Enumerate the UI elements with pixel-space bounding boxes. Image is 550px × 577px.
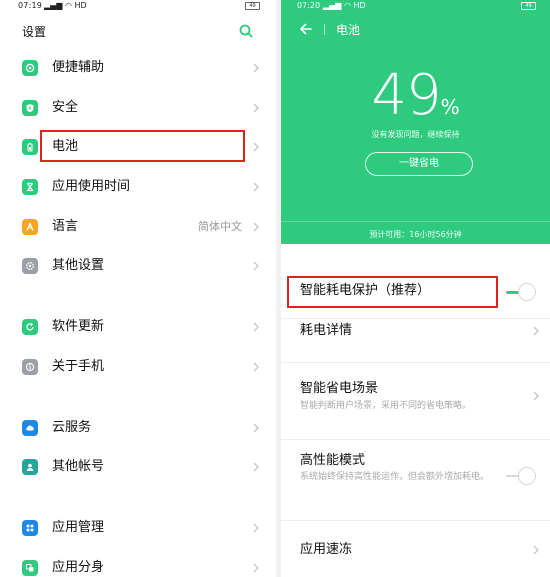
one-tap-save-button[interactable]: 一键省电 — [365, 152, 473, 176]
settings-item-app-usage-time[interactable]: 应用使用时间 — [0, 167, 276, 207]
settings-item-label: 应用分身 — [52, 560, 105, 575]
setting-title: 应用速冻 — [300, 542, 353, 557]
settings-item-app-clone[interactable]: 应用分身 — [0, 548, 276, 577]
chevron-right-icon — [253, 563, 259, 573]
setting-subtitle: 系统始终保持高性能运作，但会额外增加耗电。 — [300, 472, 490, 482]
settings-item-software-update[interactable]: 软件更新 — [0, 307, 276, 347]
chevron-right-icon — [253, 142, 259, 152]
signal-icons: ▂▄▆ ◠ HD — [323, 1, 366, 10]
chevron-right-icon — [253, 63, 259, 73]
settings-item-app-management[interactable]: 应用管理 — [0, 508, 276, 548]
toggle-knob — [518, 283, 536, 301]
toggle-knob — [518, 467, 536, 485]
chevron-right-icon — [253, 222, 259, 232]
settings-item-language[interactable]: 语言 简体中文 — [0, 207, 276, 247]
chevron-right-icon — [533, 391, 539, 401]
gear-icon — [22, 258, 38, 274]
battery-summary-panel: 07:20 ▂▄▆ ◠ HD 49 电池 49% 没有发现问题，继续保持 一键省… — [281, 0, 550, 244]
settings-item-other-settings[interactable]: 其他设置 — [0, 246, 276, 286]
title-separator — [324, 24, 325, 35]
setting-title: 高性能模式 — [300, 453, 366, 468]
setting-title: 智能省电场景 — [300, 381, 379, 396]
cloud-icon — [22, 420, 38, 436]
settings-item-label: 云服务 — [52, 420, 92, 435]
chevron-right-icon — [253, 322, 259, 332]
settings-item-label: 关于手机 — [52, 359, 105, 374]
language-icon — [22, 219, 38, 235]
battery-status-text: 没有发现问题，继续保持 — [371, 130, 460, 139]
high-performance-toggle[interactable] — [506, 467, 536, 485]
settings-item-label: 其他帐号 — [52, 459, 105, 474]
clone-icon — [22, 560, 38, 576]
update-icon — [22, 319, 38, 335]
chevron-right-icon — [253, 362, 259, 372]
chevron-right-icon — [253, 462, 259, 472]
chevron-right-icon — [253, 182, 259, 192]
battery-indicator: 49 — [245, 2, 260, 10]
hourglass-icon — [22, 179, 38, 195]
info-icon — [22, 359, 38, 375]
status-bar: 07:20 ▂▄▆ ◠ HD 49 — [281, 0, 550, 14]
battery-percentage: 49% — [281, 64, 550, 128]
battery-icon — [22, 139, 38, 155]
settings-item-label: 语言 — [52, 219, 79, 234]
smart-protection-toggle[interactable] — [506, 283, 536, 301]
chevron-right-icon — [253, 261, 259, 271]
settings-header: 设置 — [0, 14, 276, 48]
settings-item-other-accounts[interactable]: 其他帐号 — [0, 447, 276, 487]
panel-divider-line — [281, 221, 550, 222]
setting-app-freeze[interactable]: 应用速冻 — [281, 521, 550, 577]
setting-high-performance-mode[interactable]: 高性能模式 系统始终保持高性能运作，但会额外增加耗电。 — [281, 440, 550, 521]
status-time: 07:20 — [297, 1, 321, 10]
settings-item-cloud-service[interactable]: 云服务 — [0, 408, 276, 448]
page-title: 电池 — [336, 23, 361, 37]
accessibility-icon — [22, 60, 38, 76]
shield-icon — [22, 100, 38, 116]
chevron-right-icon — [253, 423, 259, 433]
signal-icons: ▂▄▆ ◠ HD — [44, 1, 87, 10]
apps-icon — [22, 520, 38, 536]
settings-item-label: 安全 — [52, 100, 79, 115]
settings-item-accessibility[interactable]: 便捷辅助 — [0, 48, 276, 88]
battery-indicator: 49 — [521, 2, 536, 10]
highlight-box-battery — [40, 130, 245, 162]
settings-item-label: 应用使用时间 — [52, 179, 131, 194]
chevron-right-icon — [533, 326, 539, 336]
battery-screen: 07:20 ▂▄▆ ◠ HD 49 电池 49% 没有发现问题，继续保持 一键省… — [281, 0, 550, 577]
setting-power-usage-details[interactable]: 耗电详情 — [281, 319, 550, 363]
status-time: 07:19 — [18, 1, 43, 10]
settings-item-label: 软件更新 — [52, 319, 105, 334]
highlight-box-smart-protection — [287, 276, 498, 308]
settings-item-security[interactable]: 安全 — [0, 88, 276, 128]
setting-smart-power-scenario[interactable]: 智能省电场景 智能判断用户场景，采用不同的省电策略。 — [281, 363, 550, 440]
battery-level-unit: % — [440, 95, 460, 119]
setting-title: 耗电详情 — [300, 323, 353, 338]
search-icon[interactable] — [238, 23, 254, 39]
settings-item-label: 应用管理 — [52, 520, 105, 535]
status-bar: 07:19 ▂▄▆ ◠ HD 49 — [0, 0, 276, 14]
setting-subtitle: 智能判断用户场景，采用不同的省电策略。 — [300, 401, 472, 411]
battery-estimate: 预计可用：16小时56分钟 — [369, 230, 462, 239]
account-icon — [22, 459, 38, 475]
chevron-right-icon — [253, 103, 259, 113]
page-title: 设置 — [22, 25, 47, 39]
battery-level-number: 49 — [371, 63, 441, 128]
settings-screen: 07:19 ▂▄▆ ◠ HD 49 设置 便捷辅助 安全 电池 应用使用时间 语… — [0, 0, 276, 577]
settings-item-label: 便捷辅助 — [52, 60, 105, 75]
chevron-right-icon — [533, 545, 539, 555]
back-arrow-icon[interactable] — [299, 22, 313, 36]
settings-item-about-phone[interactable]: 关于手机 — [0, 347, 276, 387]
settings-item-label: 其他设置 — [52, 258, 105, 273]
chevron-right-icon — [253, 523, 259, 533]
language-value: 简体中文 — [198, 220, 242, 233]
